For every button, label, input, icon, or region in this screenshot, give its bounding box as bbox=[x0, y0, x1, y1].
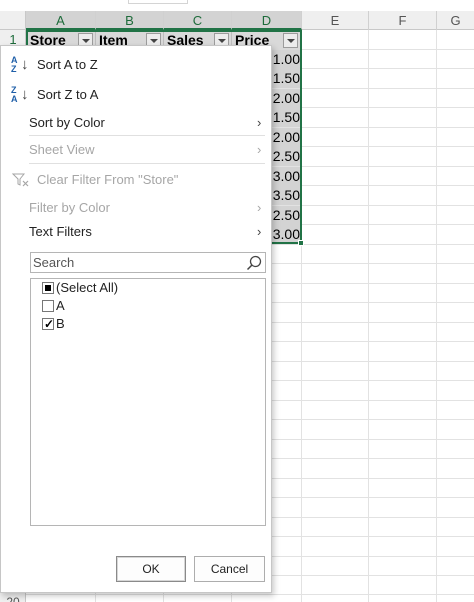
chevron-right-icon: › bbox=[257, 224, 262, 239]
grid-hline bbox=[26, 594, 474, 595]
sort-by-color-item[interactable]: Sort by Color › bbox=[1, 110, 271, 136]
menu-label: Sort Z to A bbox=[37, 87, 99, 102]
chevron-right-icon: › bbox=[257, 115, 262, 130]
price-cell[interactable]: 2.50 bbox=[270, 206, 302, 225]
search-box[interactable] bbox=[30, 252, 266, 273]
ribbon-edge bbox=[0, 0, 474, 11]
clear-filter-icon bbox=[12, 173, 29, 187]
sort-descending-icon: Z A ↓ bbox=[11, 85, 29, 104]
sheet-view-item: Sheet View › bbox=[1, 137, 271, 163]
menu-label: Clear Filter From "Store" bbox=[37, 172, 179, 187]
menu-label: Sort by Color bbox=[29, 115, 105, 130]
list-item-label: A bbox=[56, 298, 65, 313]
list-item-b[interactable]: B bbox=[31, 315, 265, 333]
select-all-corner[interactable] bbox=[0, 11, 26, 30]
select-all-checkbox[interactable] bbox=[42, 282, 54, 294]
fill-handle[interactable] bbox=[298, 240, 304, 246]
price-cell[interactable]: 3.00 bbox=[270, 167, 302, 186]
value-checkbox[interactable] bbox=[42, 315, 54, 333]
filter-values-list[interactable]: (Select All) A B bbox=[30, 278, 266, 526]
row-header-20[interactable]: 20 bbox=[0, 595, 26, 602]
text-filters-item[interactable]: Text Filters › bbox=[1, 219, 271, 245]
price-cell[interactable]: 2.00 bbox=[270, 128, 302, 147]
list-item-a[interactable]: A bbox=[31, 297, 265, 315]
list-item-select-all[interactable]: (Select All) bbox=[31, 279, 265, 297]
search-input[interactable] bbox=[33, 253, 241, 272]
chevron-right-icon: › bbox=[257, 142, 262, 157]
autofilter-dropdown-panel: A Z ↓ Sort A to Z Z A ↓ Sort Z to A Sort by … bbox=[0, 45, 272, 593]
search-icon[interactable] bbox=[246, 255, 262, 271]
menu-label: Sheet View bbox=[29, 142, 95, 157]
price-cell[interactable]: 2.50 bbox=[270, 147, 302, 166]
menu-separator bbox=[29, 135, 265, 136]
sort-ascending-icon: A Z ↓ bbox=[11, 55, 29, 74]
chevron-right-icon: › bbox=[257, 200, 262, 215]
list-item-label: (Select All) bbox=[56, 280, 119, 295]
column-header-d[interactable]: D bbox=[232, 11, 302, 30]
value-checkbox[interactable] bbox=[42, 300, 54, 312]
tab-edge bbox=[128, 0, 188, 4]
column-header-row: A B C D E F G bbox=[0, 11, 474, 30]
filter-by-color-item: Filter by Color › bbox=[1, 195, 271, 221]
column-header-g[interactable]: G bbox=[437, 11, 474, 30]
price-cell[interactable]: 2.00 bbox=[270, 89, 302, 108]
price-cell[interactable]: 1.50 bbox=[270, 69, 302, 88]
clear-filter-item: Clear Filter From "Store" bbox=[1, 167, 271, 193]
price-cell[interactable]: 1.50 bbox=[270, 108, 302, 127]
column-header-e[interactable]: E bbox=[302, 11, 369, 30]
column-header-c[interactable]: C bbox=[164, 11, 232, 30]
menu-label: Text Filters bbox=[29, 224, 92, 239]
column-header-f[interactable]: F bbox=[369, 11, 437, 30]
menu-label: Filter by Color bbox=[29, 200, 110, 215]
price-cell[interactable]: 1.00 bbox=[270, 50, 302, 69]
column-header-b[interactable]: B bbox=[96, 11, 164, 30]
price-cell[interactable]: 3.50 bbox=[270, 186, 302, 205]
list-item-label: B bbox=[56, 316, 65, 331]
cancel-button[interactable]: Cancel bbox=[194, 556, 265, 582]
sort-z-to-a-item[interactable]: Z A ↓ Sort Z to A bbox=[1, 82, 271, 108]
menu-separator bbox=[29, 163, 265, 164]
filter-dropdown-button[interactable] bbox=[283, 33, 298, 48]
sort-a-to-z-item[interactable]: A Z ↓ Sort A to Z bbox=[1, 52, 271, 78]
column-header-a[interactable]: A bbox=[26, 11, 96, 30]
ok-button[interactable]: OK bbox=[116, 556, 186, 582]
menu-label: Sort A to Z bbox=[37, 57, 98, 72]
